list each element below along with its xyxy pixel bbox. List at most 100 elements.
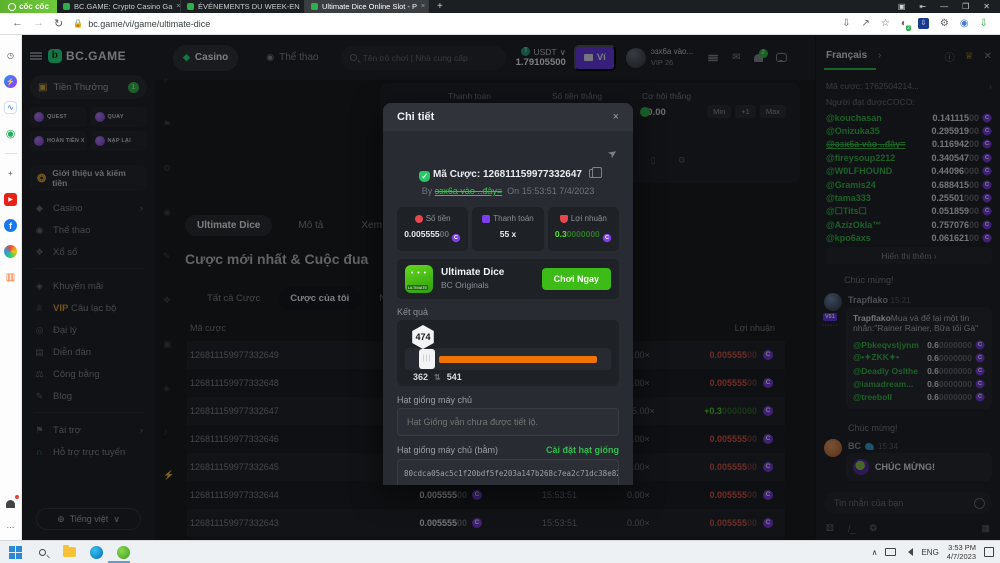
back-button[interactable]: ← <box>12 17 23 30</box>
start-button[interactable] <box>8 545 23 560</box>
stat-label: Lợi nhuận <box>570 214 607 223</box>
tab-close-icon[interactable]: × <box>421 3 425 10</box>
stat-card: Lợi nhuận 0.30000000 <box>547 207 619 251</box>
ultimate-dice-icon <box>405 265 433 293</box>
browser-tab[interactable]: Ultimate Dice Online Slot - P × <box>305 0 429 13</box>
notification-center-icon[interactable] <box>984 547 994 557</box>
stat-icon <box>559 214 568 223</box>
reopen-tab-icon[interactable]: ⇤ <box>919 2 926 11</box>
taskbar-clock[interactable]: 3:53 PM 4/7/2023 <box>947 543 976 562</box>
result-label: Kết quả <box>397 307 429 317</box>
display-tray-icon[interactable] <box>885 548 897 556</box>
shopping-icon[interactable]: ▥ <box>4 271 17 284</box>
bet-byline: By ɔɜx6a vào ..đây= On 15:53:51 7/4/2023 <box>421 186 595 196</box>
range-labels: 362 ⇅ 541 <box>413 372 462 382</box>
game-name: Ultimate Dice <box>441 267 505 279</box>
browser-tab[interactable]: BC.GAME: Crypto Casino Ga × <box>57 0 181 13</box>
tab-favicon-icon <box>187 3 194 10</box>
stat-label: Thanh toán <box>493 214 534 223</box>
play-now-button[interactable]: Chơi Ngay <box>541 268 611 290</box>
volume-tray-icon[interactable] <box>904 548 914 556</box>
save-page-icon[interactable]: ⇩ <box>842 18 850 29</box>
stat-icon <box>482 214 491 223</box>
adblock-shield-icon[interactable]: ◐ 2 <box>901 18 911 31</box>
verified-shield-icon: ✓ <box>419 171 431 182</box>
bookmark-star-icon[interactable]: ☆ <box>881 18 890 29</box>
url-box[interactable]: 🔒 bc.game/vi/game/ultimate-dice <box>73 19 210 29</box>
seed-settings-link[interactable]: Cài đặt hạt giống <box>546 445 619 455</box>
download-manager-icon[interactable]: ⇩ <box>917 18 929 29</box>
range-low: 362 <box>413 372 429 382</box>
game-provider: BC Originals <box>441 280 489 291</box>
notification-bell-icon[interactable] <box>4 495 19 510</box>
coccoc-brand[interactable]: cốc cốc <box>0 0 57 13</box>
windows-taskbar: ∧ ENG 3:53 PM 4/7/2023 <box>0 540 1000 563</box>
dice-slider[interactable]: ||| <box>405 348 611 370</box>
downloads-icon[interactable]: ⇩ <box>980 18 988 29</box>
modal-title: Chi tiết <box>397 111 435 123</box>
close-button[interactable]: ✕ <box>983 2 990 11</box>
add-shortcut-icon[interactable]: + <box>4 167 17 180</box>
coccoc-taskbar-icon[interactable] <box>116 545 131 560</box>
forward-button[interactable]: → <box>33 17 44 30</box>
tray-expand-icon[interactable]: ∧ <box>872 548 878 557</box>
slider-range-bar <box>439 356 597 363</box>
coccoc-logo-icon <box>8 2 17 11</box>
file-explorer-icon[interactable] <box>62 545 77 560</box>
games-icon[interactable]: ◉ <box>4 127 17 140</box>
copy-icon[interactable] <box>588 167 602 178</box>
extensions-icon[interactable]: ⚙ <box>940 18 949 29</box>
restore-button[interactable]: ❐ <box>962 2 969 11</box>
url-text[interactable]: bc.game/vi/game/ultimate-dice <box>88 19 210 29</box>
tab-title: Ultimate Dice Online Slot - P <box>322 2 418 11</box>
result-panel: ||| 474 362 ⇅ 541 <box>397 320 619 386</box>
facebook-icon[interactable]: f <box>4 219 17 232</box>
input-language[interactable]: ENG <box>921 548 938 557</box>
brand-label: cốc cốc <box>19 2 49 11</box>
result-badge: 474 <box>412 325 434 349</box>
chart-app-icon[interactable]: ∿ <box>4 101 17 114</box>
bet-username[interactable]: ɔɜx6a vào ..đây= <box>435 186 502 196</box>
history-icon[interactable]: ◷ <box>4 49 17 62</box>
lock-icon: 🔒 <box>73 19 84 28</box>
edge-browser-icon[interactable] <box>89 545 104 560</box>
messenger-icon[interactable]: ⚡ <box>4 75 17 88</box>
tab-close-icon[interactable]: × <box>176 3 180 10</box>
browser-viewport: ◷ ⚡ ∿ ◉ + ▶ f ▥ ⋯ bBC.GAME ▣ Tiền Thư <box>0 35 1000 540</box>
stat-icon <box>414 214 423 223</box>
screen: cốc cốc BC.GAME: Crypto Casino Ga × ÉVÉN… <box>0 0 1000 563</box>
reload-button[interactable]: ↻ <box>54 17 63 30</box>
tab-title: ÉVÉNEMENTS DU WEEK-EN <box>198 2 300 11</box>
share-arrow-icon[interactable]: ➤ <box>605 146 619 161</box>
clock-date: 4/7/2023 <box>946 552 976 561</box>
tab-list: BC.GAME: Crypto Casino Ga × ÉVÉNEMENTS D… <box>57 0 429 13</box>
profile-icon[interactable]: ◉ <box>960 18 969 29</box>
modal-header: Chi tiết × <box>383 103 633 131</box>
modal-close-icon[interactable]: × <box>613 111 619 123</box>
browser-tab[interactable]: ÉVÉNEMENTS DU WEEK-EN × <box>181 0 305 13</box>
range-high: 541 <box>446 372 462 382</box>
slider-handle[interactable]: ||| <box>419 349 435 369</box>
screenshot-icon[interactable]: ▣ <box>898 2 906 11</box>
server-seed-label: Hạt giống máy chủ <box>397 395 473 405</box>
sports-site-icon[interactable] <box>4 245 17 258</box>
window-controls: ▣ ⇤ — ❐ ✕ <box>898 0 1000 13</box>
share-icon[interactable]: ↗ <box>862 18 870 29</box>
bcgame-page: bBC.GAME ▣ Tiền Thưởng 1 QUEST QUAY HOÀN… <box>22 35 1000 540</box>
server-seed-input[interactable] <box>397 408 619 436</box>
more-options-icon[interactable]: ⋯ <box>7 523 15 540</box>
stat-card: Số tiền 0.00555500 <box>397 207 469 251</box>
game-card: Ultimate Dice BC Originals Chơi Ngay <box>397 259 619 299</box>
new-tab-button[interactable]: + <box>429 0 451 13</box>
youtube-icon[interactable]: ▶ <box>4 193 17 206</box>
coin-icon <box>451 233 461 243</box>
seed-hash-value[interactable]: 80cdca05ac5c1f20bdf5fe203a147b268c7ea2c7… <box>397 459 619 485</box>
taskbar-search-icon[interactable] <box>35 545 50 560</box>
minimize-button[interactable]: — <box>940 2 948 11</box>
bet-id-value: 126811159977332647 <box>482 169 582 180</box>
stat-label: Số tiền <box>425 214 451 223</box>
bet-details-modal: Chi tiết × ➤ ✓ Mã Cược: 1268111599773326… <box>383 103 633 485</box>
tab-title: BC.GAME: Crypto Casino Ga <box>74 2 173 11</box>
tab-favicon-icon <box>63 3 70 10</box>
coccoc-sidebar: ◷ ⚡ ∿ ◉ + ▶ f ▥ ⋯ <box>0 35 22 540</box>
